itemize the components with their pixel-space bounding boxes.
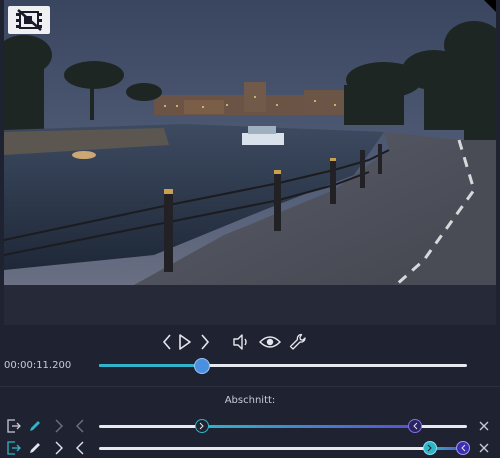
segment-end-handle[interactable] bbox=[456, 441, 471, 455]
close-icon bbox=[479, 421, 489, 431]
pencil-icon bbox=[30, 421, 40, 431]
playback-progress bbox=[99, 364, 203, 367]
playback-knob[interactable] bbox=[194, 358, 211, 374]
playback-slider[interactable] bbox=[99, 356, 467, 376]
segment-prev-button[interactable] bbox=[73, 417, 87, 435]
video-preview bbox=[4, 0, 496, 325]
segment-prev-button[interactable] bbox=[73, 439, 87, 457]
current-time: 00:00:11.200 bbox=[4, 360, 72, 371]
edit-segment-button[interactable] bbox=[27, 439, 43, 457]
export-icon bbox=[7, 419, 21, 433]
segment-next-button[interactable] bbox=[52, 439, 66, 457]
next-frame-button[interactable] bbox=[196, 332, 214, 352]
segment-next-button[interactable] bbox=[52, 417, 66, 435]
segment-row bbox=[0, 416, 500, 436]
remove-segment-button[interactable] bbox=[476, 417, 492, 435]
no-crop-button[interactable] bbox=[8, 6, 50, 34]
chevron-left-icon bbox=[76, 441, 84, 455]
video-editor-window: 00:00:11.200 Abschnitt: bbox=[0, 0, 500, 458]
divider bbox=[0, 386, 500, 387]
play-button[interactable] bbox=[176, 332, 194, 352]
export-segment-button[interactable] bbox=[6, 417, 22, 435]
chevron-left-icon bbox=[162, 334, 171, 350]
chevron-right-icon bbox=[55, 441, 63, 455]
eye-icon bbox=[259, 336, 281, 348]
no-crop-film-icon bbox=[16, 9, 42, 31]
segment-start-handle[interactable] bbox=[195, 419, 210, 433]
volume-icon bbox=[233, 334, 247, 350]
chevron-right-icon bbox=[201, 334, 210, 350]
segments-title: Abschnitt: bbox=[224, 395, 276, 406]
chevron-left-icon bbox=[76, 419, 84, 433]
segment-start-handle[interactable] bbox=[423, 441, 438, 455]
close-icon bbox=[479, 443, 489, 453]
chevron-left-icon bbox=[413, 422, 418, 430]
segment-row bbox=[0, 438, 500, 458]
segment-track-base bbox=[99, 447, 467, 450]
segment-track[interactable] bbox=[99, 416, 467, 436]
export-icon bbox=[7, 441, 21, 455]
chevron-right-icon bbox=[55, 419, 63, 433]
segment-end-handle[interactable] bbox=[408, 419, 423, 433]
segment-range bbox=[202, 425, 416, 428]
export-segment-button[interactable] bbox=[6, 439, 22, 457]
play-icon bbox=[179, 334, 191, 350]
volume-button[interactable] bbox=[231, 332, 251, 352]
chevron-right-icon bbox=[427, 444, 432, 452]
corner-marker bbox=[484, 0, 496, 12]
edit-segment-button[interactable] bbox=[27, 417, 43, 435]
segment-track[interactable] bbox=[99, 438, 471, 458]
prev-frame-button[interactable] bbox=[158, 332, 176, 352]
wrench-icon bbox=[289, 333, 306, 350]
pencil-icon bbox=[30, 443, 40, 453]
preview-letterbox bbox=[4, 285, 496, 325]
settings-button[interactable] bbox=[288, 332, 308, 352]
remove-segment-button[interactable] bbox=[476, 439, 492, 457]
chevron-right-icon bbox=[199, 422, 204, 430]
video-frame-promenade-dusk bbox=[4, 0, 496, 285]
chevron-left-icon bbox=[461, 444, 466, 452]
preview-button[interactable] bbox=[258, 332, 282, 352]
